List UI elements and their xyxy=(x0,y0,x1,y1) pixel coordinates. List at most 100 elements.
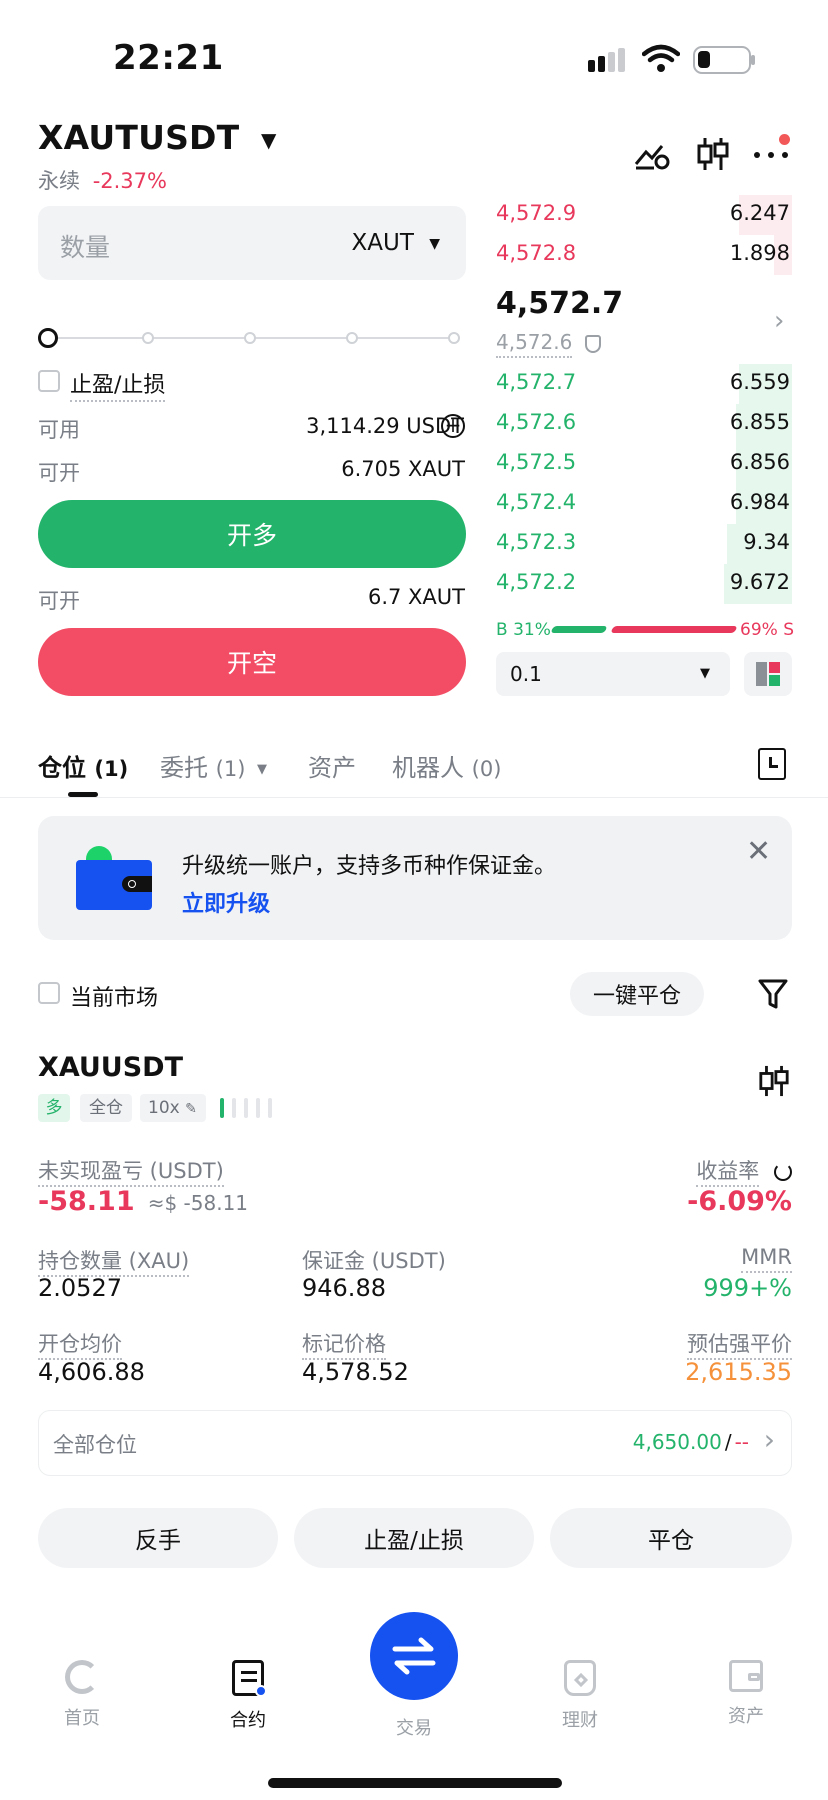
close-all-button[interactable]: 一键平仓 xyxy=(570,972,704,1016)
tpsl-button[interactable]: 止盈/止损 xyxy=(294,1508,534,1568)
bid-quantity: 9.672 xyxy=(729,570,790,594)
ratio-bar-sell xyxy=(610,626,738,633)
book-layout-icon[interactable] xyxy=(744,652,792,696)
bid-row[interactable]: 4,572.6 6.855 xyxy=(496,404,792,444)
margin-value: 946.88 xyxy=(302,1274,386,1302)
wallet-icon xyxy=(729,1660,763,1692)
ask-row[interactable]: 4,572.9 6.247 xyxy=(496,195,792,235)
size-value: 2.0527 xyxy=(38,1274,122,1302)
upnl-value-row: -58.11 ≈$ -58.11 xyxy=(38,1186,248,1217)
ratio-bar xyxy=(550,626,738,633)
tpsl-checkbox[interactable] xyxy=(38,370,60,392)
slider-handle[interactable] xyxy=(38,328,58,348)
available-label: 可用 xyxy=(38,418,80,442)
bid-price: 4,572.3 xyxy=(496,530,577,554)
ask-row[interactable]: 4,572.8 1.898 xyxy=(496,235,792,275)
tp-value: 4,650.00 xyxy=(632,1430,722,1454)
contract-type: 永续 xyxy=(38,169,80,193)
mmr-label: MMR xyxy=(741,1245,792,1273)
precision-select[interactable]: 0.1 ▼ xyxy=(496,652,730,696)
signal-icon xyxy=(588,48,626,74)
upgrade-banner[interactable]: 升级统一账户，支持多币种作保证金。 立即升级 ✕ xyxy=(38,816,792,940)
open-long-value: 6.705 XAUT xyxy=(341,457,465,481)
candlestick-icon[interactable] xyxy=(696,136,730,176)
bid-quantity: 6.984 xyxy=(729,490,790,514)
close-position-button[interactable]: 平仓 xyxy=(550,1508,792,1568)
close-icon[interactable]: ✕ xyxy=(746,834,771,869)
reverse-button[interactable]: 反手 xyxy=(38,1508,278,1568)
bid-price: 4,572.5 xyxy=(496,450,577,474)
liq-value: 2,615.35 xyxy=(685,1358,792,1386)
bid-price: 4,572.6 xyxy=(496,410,577,434)
tab-assets[interactable]: 资产 xyxy=(308,748,356,783)
banner-text: 升级统一账户，支持多币种作保证金。 xyxy=(182,854,557,879)
price-change: -2.37% xyxy=(92,169,167,193)
ask-price: 4,572.8 xyxy=(496,241,577,265)
bid-row[interactable]: 4,572.4 6.984 xyxy=(496,484,792,524)
ask-price: 4,572.9 xyxy=(496,201,577,225)
bid-quantity: 6.856 xyxy=(729,450,790,474)
nav-assets[interactable]: 资产 xyxy=(691,1660,801,1728)
risk-meter xyxy=(220,1098,272,1118)
size-label: 持仓数量 (XAU) xyxy=(38,1245,190,1277)
margin-mode-badge: 全仓 xyxy=(80,1094,132,1122)
roi-value: -6.09% xyxy=(687,1186,792,1217)
precision-value: 0.1 xyxy=(510,662,542,686)
last-price: 4,572.7 xyxy=(496,286,624,321)
tpsl-label[interactable]: 止盈/止损 xyxy=(70,367,166,402)
upnl-usd: ≈$ -58.11 xyxy=(147,1191,249,1215)
open-short-label: 可开 xyxy=(38,589,80,613)
bid-price: 4,572.4 xyxy=(496,490,577,514)
caret-down-icon: ▼ xyxy=(261,127,277,152)
ratio-bar-buy xyxy=(550,626,608,633)
nav-home[interactable]: 首页 xyxy=(27,1660,137,1730)
tab-divider xyxy=(0,797,828,798)
bid-row[interactable]: 4,572.2 9.672 xyxy=(496,564,792,604)
banner-link[interactable]: 立即升级 xyxy=(182,886,270,918)
short-button[interactable]: 开空 xyxy=(38,628,466,696)
bid-price: 4,572.7 xyxy=(496,370,577,394)
tab-bots[interactable]: 机器人 (0) xyxy=(392,748,501,783)
long-button[interactable]: 开多 xyxy=(38,500,466,568)
transfer-plus-icon[interactable]: + xyxy=(441,414,465,438)
caret-down-icon: ▼ xyxy=(257,761,268,777)
trade-fab[interactable] xyxy=(370,1612,458,1700)
mmr-value: 999+% xyxy=(703,1274,792,1302)
sl-value: -- xyxy=(734,1430,749,1454)
tab-positions[interactable]: 仓位 (1) xyxy=(38,748,128,783)
filter-icon[interactable] xyxy=(758,978,788,1014)
tab-orders[interactable]: 委托 (1) ▼ xyxy=(160,748,267,783)
bid-row[interactable]: 4,572.3 9.34 xyxy=(496,524,792,564)
nav-finance[interactable]: 理财 xyxy=(525,1660,635,1732)
history-icon[interactable] xyxy=(758,748,786,780)
leverage-slider[interactable] xyxy=(38,326,466,350)
contract-icon xyxy=(232,1660,267,1697)
bid-price: 4,572.2 xyxy=(496,570,577,594)
bid-row[interactable]: 4,572.7 6.559 xyxy=(496,364,792,404)
more-icon[interactable] xyxy=(754,134,792,160)
bid-quantity: 6.559 xyxy=(729,370,790,394)
margin-label: 保证金 (USDT) xyxy=(302,1249,446,1273)
nav-contract[interactable]: 合约 xyxy=(193,1660,303,1732)
nav-trade-label[interactable]: 交易 xyxy=(359,1714,469,1740)
quantity-input[interactable]: 数量 XAUT ▼ xyxy=(38,206,466,280)
current-market-checkbox[interactable] xyxy=(38,982,60,1004)
shield-icon xyxy=(584,334,601,353)
symbol-selector[interactable]: XAUTUSDT ▼ xyxy=(38,118,277,157)
refresh-icon[interactable] xyxy=(774,1163,792,1181)
unit-selector[interactable]: XAUT ▼ xyxy=(352,230,440,256)
position-symbol[interactable]: XAUUSDT xyxy=(38,1052,183,1083)
notification-dot xyxy=(779,134,790,145)
chart-indicator-icon[interactable] xyxy=(634,138,670,174)
mark-label: 标记价格 xyxy=(302,1328,386,1360)
entry-value: 4,606.88 xyxy=(38,1358,145,1386)
leverage-badge[interactable]: 10x ✎ xyxy=(140,1094,206,1122)
upnl-value: -58.11 xyxy=(38,1186,135,1217)
tpsl-all-positions-row[interactable]: 全部仓位 4,650.00/-- › xyxy=(38,1410,792,1476)
current-market-label[interactable]: 当前市场 xyxy=(70,980,158,1012)
bid-row[interactable]: 4,572.5 6.856 xyxy=(496,444,792,484)
upnl-label: 未实现盈亏 (USDT) xyxy=(38,1155,224,1187)
swap-icon xyxy=(392,1637,436,1675)
candlestick-icon[interactable] xyxy=(758,1064,790,1102)
chevron-right-icon[interactable]: › xyxy=(774,306,784,336)
